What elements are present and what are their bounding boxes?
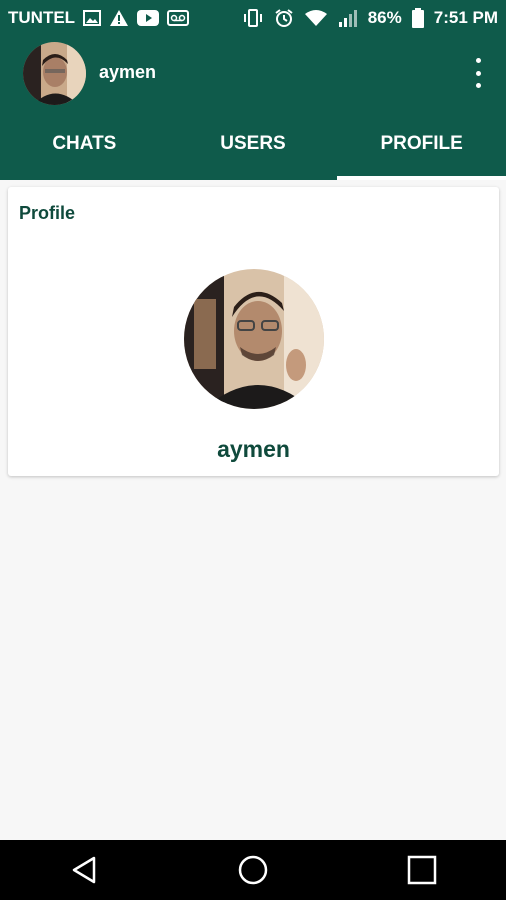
profile-card: Profile aymen (8, 187, 499, 476)
app-bar-username: aymen (99, 62, 157, 82)
tab-profile[interactable]: PROFILE (337, 112, 506, 180)
vibrate-icon (242, 9, 264, 27)
home-icon[interactable] (233, 850, 273, 890)
youtube-icon (137, 10, 160, 26)
battery-icon (411, 8, 424, 28)
user-avatar[interactable] (23, 42, 86, 105)
warning-icon (109, 9, 129, 27)
tab-bar: CHATS USERS PROFILE (0, 112, 506, 180)
signal-icon (338, 9, 358, 27)
card-title: Profile (19, 203, 76, 223)
carrier-name: TUNTEL (8, 8, 76, 27)
tab-chats[interactable]: CHATS (0, 112, 169, 180)
voicemail-icon (167, 10, 190, 26)
image-notification-icon (83, 10, 102, 26)
clock-time: 7:51 PM (433, 8, 498, 27)
system-nav-bar (0, 840, 506, 900)
status-bar: TUNTEL 86% 7:51 PM (0, 0, 506, 36)
overflow-menu-icon[interactable] (468, 58, 488, 88)
battery-percent: 86% (367, 8, 402, 27)
tab-users[interactable]: USERS (169, 112, 338, 180)
app-bar: aymen (0, 36, 506, 112)
profile-avatar[interactable] (184, 269, 324, 409)
alarm-icon (274, 8, 294, 28)
recents-icon[interactable] (402, 850, 442, 890)
profile-name: aymen (217, 436, 290, 462)
wifi-icon (304, 9, 328, 27)
back-icon[interactable] (64, 850, 104, 890)
